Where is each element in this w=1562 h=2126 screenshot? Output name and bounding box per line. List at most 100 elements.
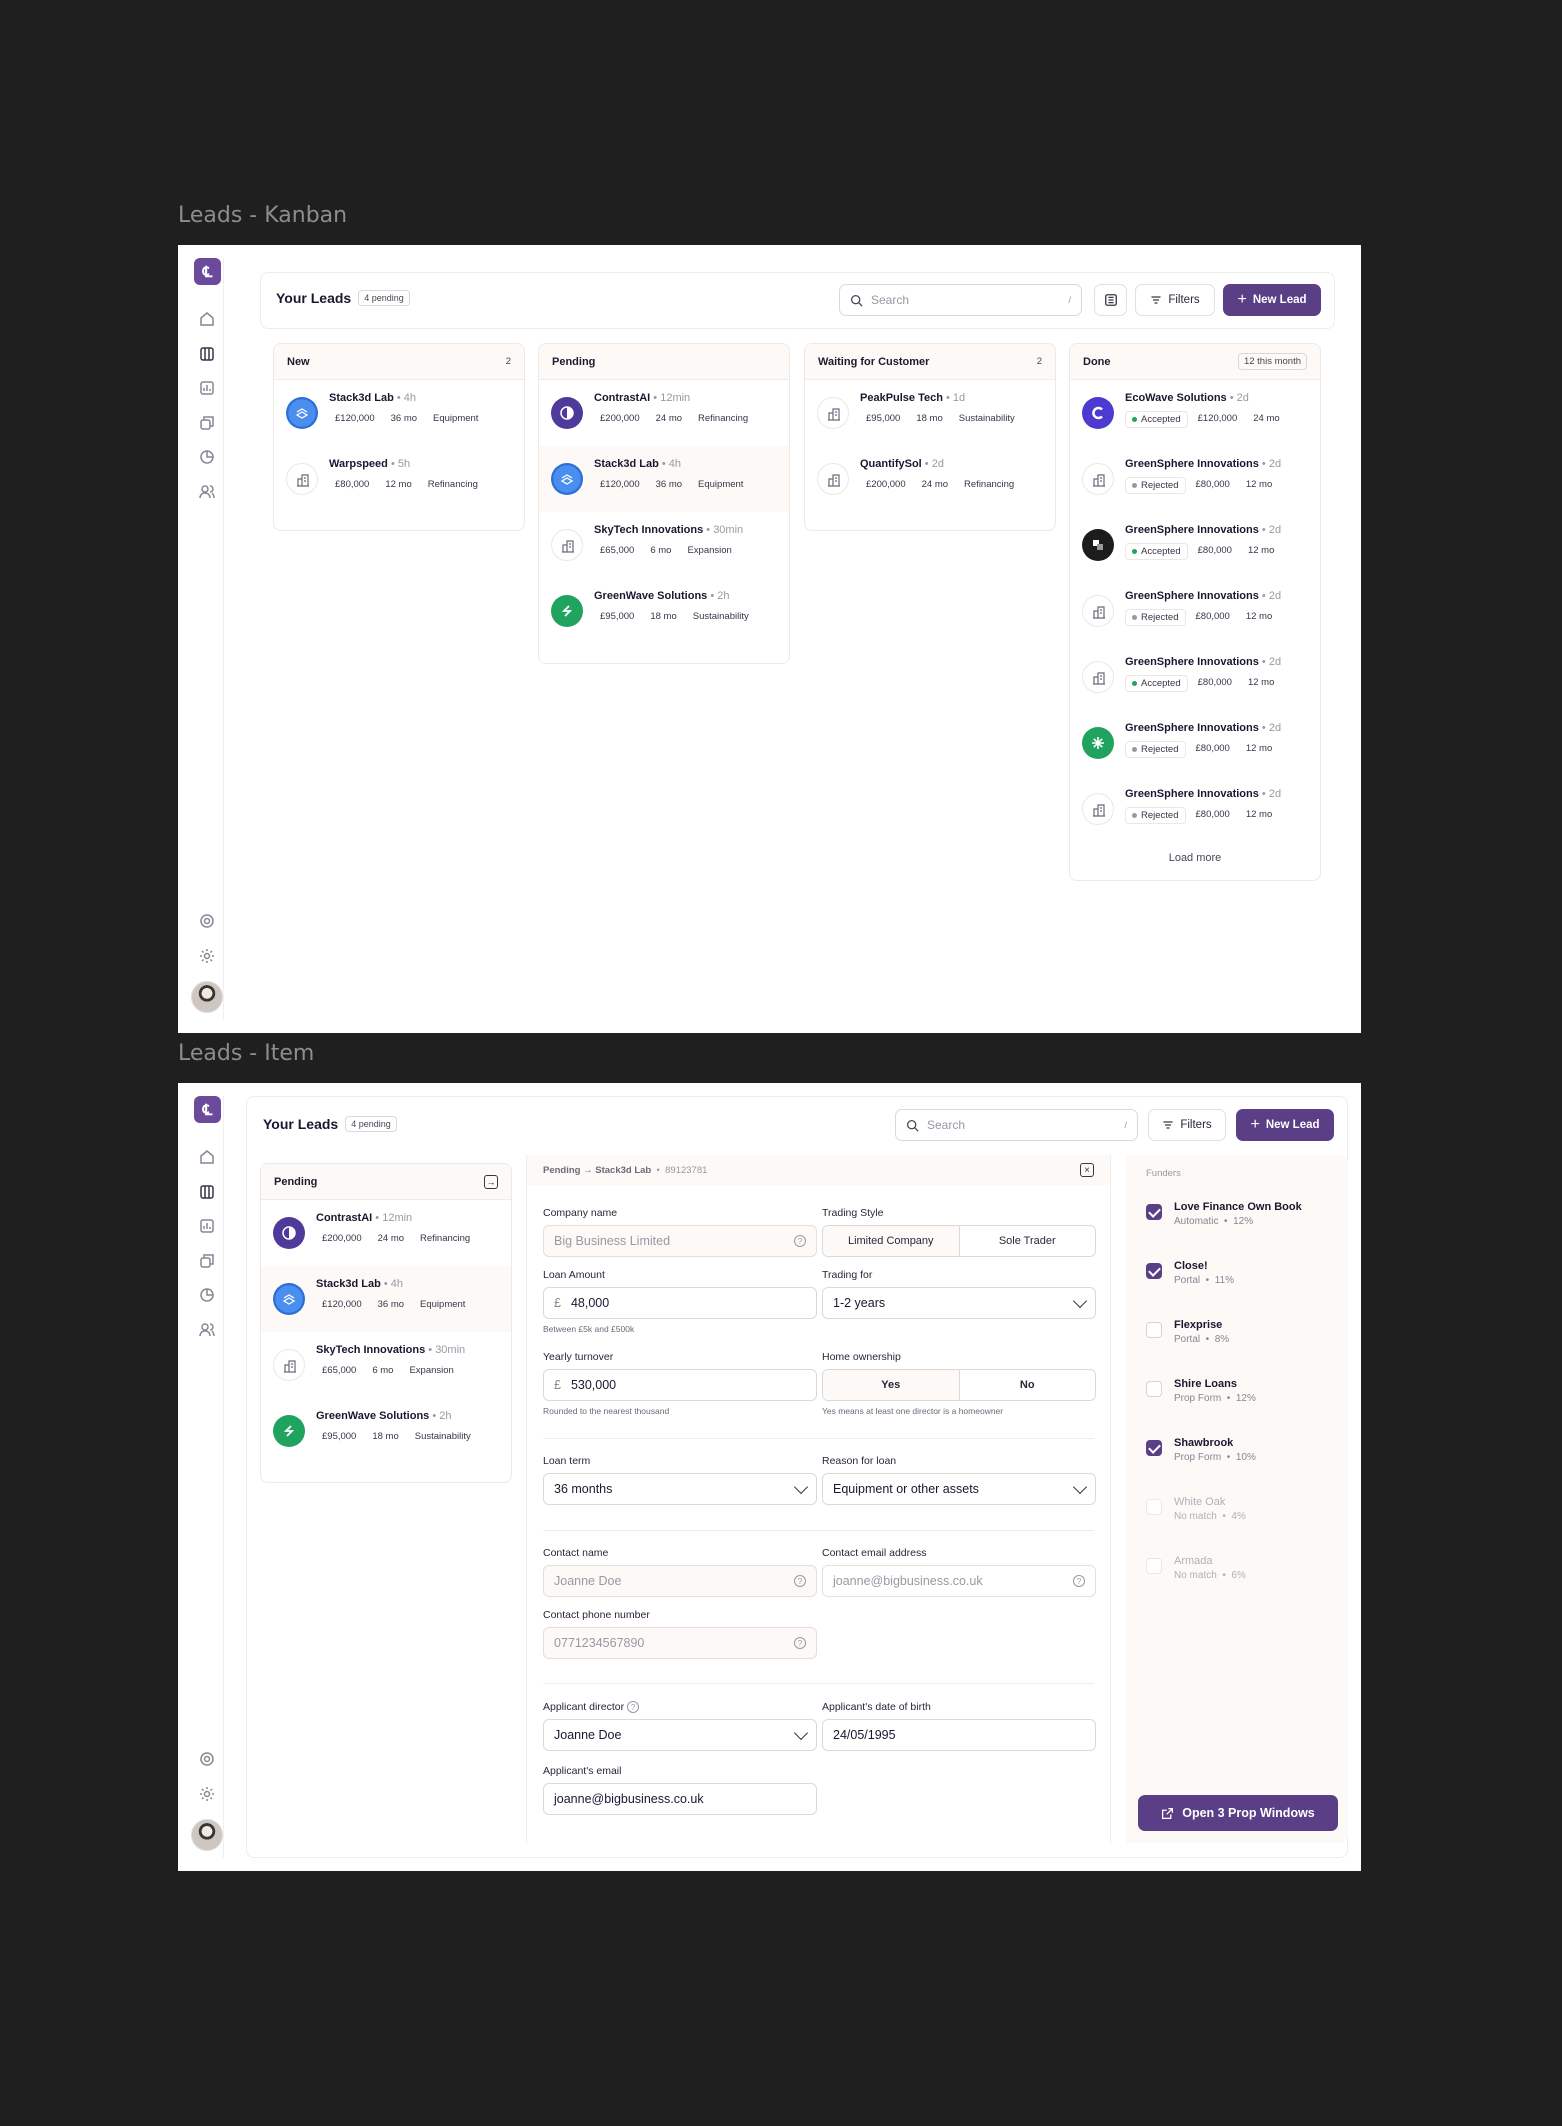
users-icon[interactable]: [199, 1322, 215, 1338]
checkbox-checked[interactable]: [1146, 1263, 1162, 1279]
lead-card[interactable]: ContrastAI • 12min £200,000 24 mo Refinanc…: [261, 1200, 511, 1266]
checkbox-unchecked[interactable]: [1146, 1322, 1162, 1338]
lead-card-selected[interactable]: Stack3d Lab • 4h £120,000 36 mo Equipment: [539, 446, 789, 512]
expand-icon[interactable]: →: [484, 1174, 498, 1189]
checkbox-disabled: [1146, 1558, 1162, 1574]
lead-card[interactable]: GreenSphere Innovations • 2d Accepted £80…: [1070, 512, 1320, 578]
lead-card[interactable]: GreenSphere Innovations • 2d Accepted £80…: [1070, 644, 1320, 710]
contact-email-input[interactable]: joanne@bigbusiness.co.uk?: [822, 1565, 1096, 1597]
funder-item[interactable]: Close! Portal • 11%: [1146, 1260, 1234, 1286]
pie-icon[interactable]: [199, 449, 215, 465]
applicant-email-input[interactable]: joanne@bigbusiness.co.uk: [543, 1783, 817, 1815]
contact-phone-input[interactable]: 0771234567890?: [543, 1627, 817, 1659]
search-input[interactable]: Search /: [895, 1109, 1138, 1141]
lead-card[interactable]: GreenSphere Innovations • 2d Rejected £80…: [1070, 776, 1320, 842]
new-lead-button[interactable]: + New Lead: [1236, 1109, 1334, 1141]
open-prop-windows-button[interactable]: Open 3 Prop Windows: [1138, 1795, 1338, 1831]
funder-name: Love Finance Own Book: [1174, 1201, 1302, 1213]
column-header: Pending →: [261, 1164, 511, 1200]
lead-card[interactable]: ContrastAI • 12min £200,000 24 mo Refinanc…: [539, 380, 789, 446]
funder-item[interactable]: Love Finance Own Book Automatic • 12%: [1146, 1201, 1302, 1227]
field-label: Reason for loan: [822, 1455, 897, 1467]
lead-card[interactable]: GreenSphere Innovations • 2d Rejected £80…: [1070, 710, 1320, 776]
search-input[interactable]: Search /: [839, 284, 1082, 316]
loan-amount-input[interactable]: £48,000: [543, 1287, 817, 1319]
applicant-dob-input[interactable]: 24/05/1995: [822, 1719, 1096, 1751]
user-avatar[interactable]: [191, 1819, 223, 1851]
home-icon[interactable]: [199, 1149, 215, 1165]
user-avatar[interactable]: [191, 981, 223, 1013]
option-limited-company[interactable]: Limited Company: [823, 1226, 959, 1256]
sidebar: ℄: [191, 258, 224, 1020]
home-icon[interactable]: [199, 311, 215, 327]
column-count: 2: [505, 356, 511, 367]
filters-button[interactable]: Filters: [1148, 1109, 1226, 1141]
lead-card[interactable]: GreenSphere Innovations • 2d Rejected £80…: [1070, 446, 1320, 512]
trading-for-select[interactable]: 1-2 years: [822, 1287, 1096, 1319]
lead-age: 12min: [660, 392, 691, 404]
checkbox-checked[interactable]: [1146, 1204, 1162, 1220]
applicant-director-select[interactable]: Joanne Doe: [543, 1719, 817, 1752]
pie-icon[interactable]: [199, 1287, 215, 1303]
contact-name-input[interactable]: Joanne Doe?: [543, 1565, 817, 1597]
reason-select[interactable]: Equipment or other assets: [822, 1473, 1096, 1505]
new-lead-button[interactable]: + New Lead: [1223, 284, 1321, 316]
help-icon[interactable]: ?: [627, 1701, 640, 1714]
company-name-input[interactable]: Big Business Limited?: [543, 1225, 817, 1257]
list-view-button[interactable]: [1094, 284, 1127, 316]
kanban-icon[interactable]: [199, 346, 215, 362]
lead-card[interactable]: EcoWave Solutions • 2d Accepted £120,000 2…: [1070, 380, 1320, 446]
support-icon[interactable]: [199, 1751, 215, 1767]
option-sole-trader[interactable]: Sole Trader: [958, 1226, 1096, 1256]
lead-card[interactable]: GreenSphere Innovations • 2d Rejected £80…: [1070, 578, 1320, 644]
lead-card[interactable]: SkyTech Innovations • 30min £65,000 6 mo E…: [539, 512, 789, 578]
funder-item[interactable]: Flexprise Portal • 8%: [1146, 1319, 1229, 1345]
lead-card[interactable]: QuantifySol • 2d £200,000 24 mo Refinancin…: [805, 446, 1055, 512]
help-icon[interactable]: ?: [794, 1575, 806, 1587]
breadcrumb-company[interactable]: Stack3d Lab: [595, 1165, 651, 1176]
lead-age: 2d: [931, 458, 944, 470]
kanban-screen: ℄ Your Leads 4 pending Search / Filters …: [178, 245, 1361, 1033]
lead-name: GreenWave Solutions: [316, 1410, 430, 1422]
close-icon[interactable]: ×: [1080, 1163, 1094, 1177]
filters-button[interactable]: Filters: [1135, 284, 1215, 316]
yearly-turnover-input[interactable]: £530,000: [543, 1369, 817, 1401]
support-icon[interactable]: [199, 913, 215, 929]
option-yes[interactable]: Yes: [823, 1370, 959, 1400]
checkbox-unchecked[interactable]: [1146, 1381, 1162, 1397]
funder-item[interactable]: Shire Loans Prop Form • 12%: [1146, 1378, 1256, 1404]
gear-icon[interactable]: [199, 948, 215, 964]
checkbox-checked[interactable]: [1146, 1440, 1162, 1456]
funder-item[interactable]: Shawbrook Prop Form • 10%: [1146, 1437, 1256, 1463]
help-icon[interactable]: ?: [1073, 1575, 1085, 1587]
help-icon[interactable]: ?: [794, 1235, 806, 1247]
users-icon[interactable]: [199, 484, 215, 500]
gear-icon[interactable]: [199, 1786, 215, 1802]
lead-name: ContrastAI: [316, 1212, 373, 1224]
app-logo[interactable]: ℄: [194, 1096, 221, 1123]
lead-name: Stack3d Lab: [594, 458, 659, 470]
lead-card[interactable]: GreenWave Solutions • 2h £95,000 18 mo Sus…: [539, 578, 789, 644]
option-no[interactable]: No: [958, 1370, 1096, 1400]
help-icon[interactable]: ?: [794, 1637, 806, 1649]
copy-icon[interactable]: [199, 1253, 215, 1269]
lead-amount: £200,000: [322, 1233, 362, 1244]
lead-card[interactable]: Stack3d Lab • 4h £120,000 36 mo Equipment: [274, 380, 524, 446]
app-logo[interactable]: ℄: [194, 258, 221, 285]
lead-card[interactable]: PeakPulse Tech • 1d £95,000 18 mo Sustaina…: [805, 380, 1055, 446]
lead-card[interactable]: SkyTech Innovations • 30min £65,000 6 mo E…: [261, 1332, 511, 1398]
copy-icon[interactable]: [199, 415, 215, 431]
kanban-column-done: Done 12 this month EcoWave Solutions • 2d…: [1069, 343, 1321, 881]
loan-term-select[interactable]: 36 months: [543, 1473, 817, 1505]
chart-icon[interactable]: [199, 1218, 215, 1234]
lead-card[interactable]: GreenWave Solutions • 2h £95,000 18 mo Sus…: [261, 1398, 511, 1464]
chart-icon[interactable]: [199, 380, 215, 396]
breadcrumb-status[interactable]: Pending: [543, 1165, 580, 1176]
kanban-icon[interactable]: [199, 1184, 215, 1200]
status-badge: Rejected: [1125, 609, 1186, 626]
load-more-button[interactable]: Load more: [1070, 842, 1320, 878]
lead-card[interactable]: Warpspeed • 5h £80,000 12 mo Refinancing: [274, 446, 524, 512]
lead-card-selected[interactable]: Stack3d Lab • 4h £120,000 36 mo Equipment: [261, 1266, 511, 1332]
filters-label: Filters: [1168, 294, 1200, 306]
page-heading: Your Leads 4 pending: [263, 1116, 397, 1132]
